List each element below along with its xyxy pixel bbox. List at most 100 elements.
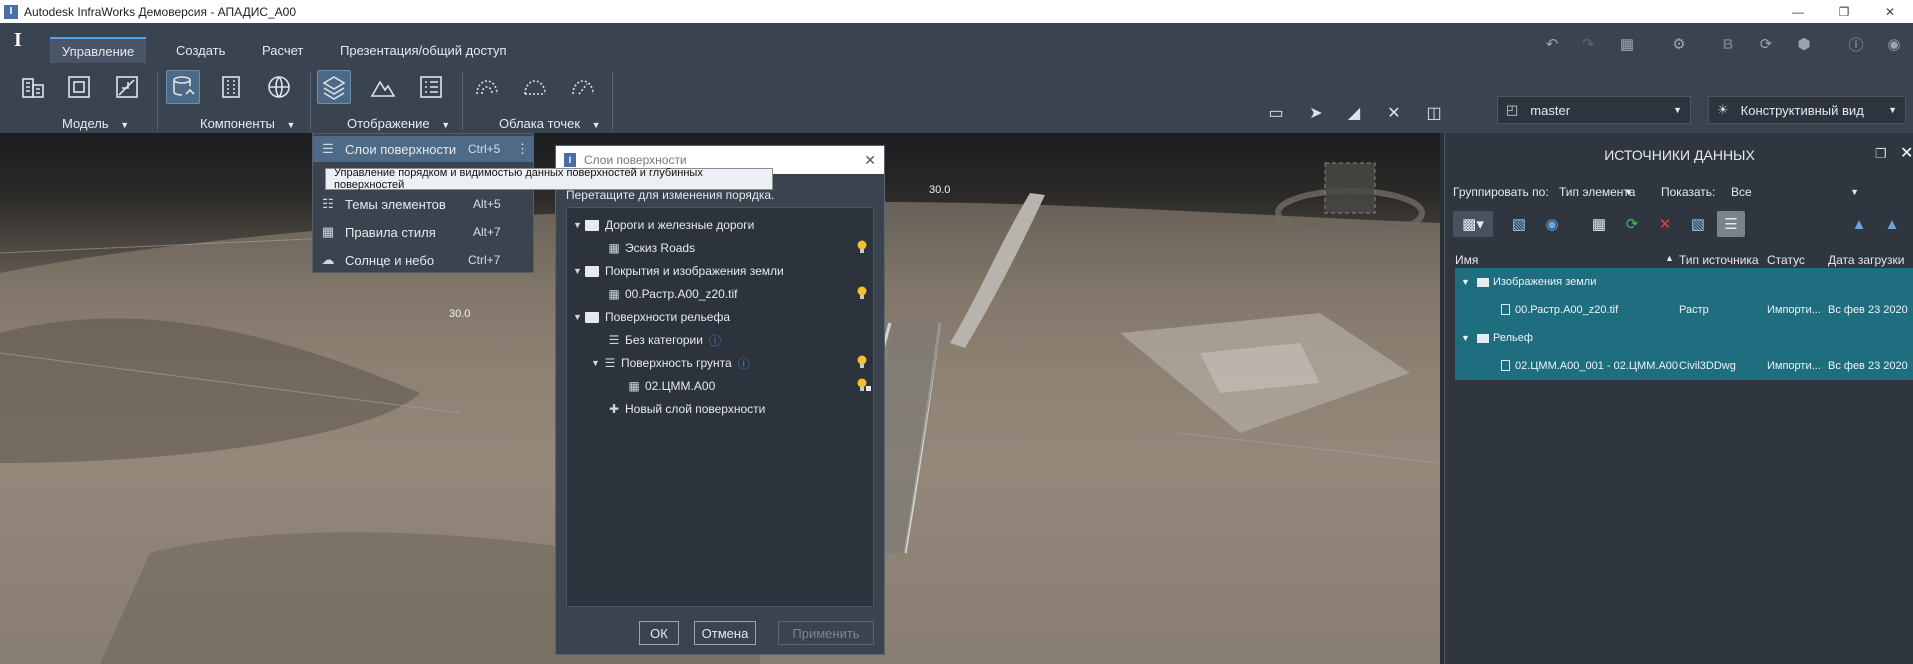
undock-icon[interactable]: ❐ [1875,146,1887,162]
settings-icon[interactable]: ⚙ [1668,33,1690,55]
shape-remove-icon[interactable]: ▲ [1845,211,1873,237]
menu-item-feature-themes[interactable]: ☷ Темы элементов Alt+5 [313,191,533,217]
tree-item-ground-imagery[interactable]: ▼ Покрытия и изображения земли [573,259,784,283]
group-row-terrain[interactable]: ▼ Рельеф [1455,324,1913,352]
collapse-icon[interactable]: ▼ [591,358,603,368]
lightbulb-locked-icon[interactable] [857,378,871,392]
calculator-icon[interactable]: ▦ [1616,33,1638,55]
shape-add-icon[interactable]: ▲ [1878,211,1906,237]
database-add-icon[interactable]: ▧ [1505,211,1533,237]
web-source-icon[interactable]: ◉ [1538,211,1566,237]
app-menu-icon[interactable]: I [14,29,36,55]
folder-icon [1477,278,1489,287]
view-select[interactable]: ☀ Конструктивный вид ▼ [1708,96,1906,124]
menu-item-style-rules[interactable]: ▦ Правила стиля Alt+7 [313,219,533,245]
undo-icon[interactable]: ↶ [1541,33,1563,55]
tree-item-roads-sketch[interactable]: ▦ Эскиз Roads [607,236,695,260]
info-icon[interactable]: ⓘ [738,355,750,372]
cube-icon[interactable]: ⬢ [1793,33,1815,55]
column-load-date[interactable]: Дата загрузки [1828,253,1904,267]
close-icon[interactable]: ✕ [864,152,876,169]
column-source-type[interactable]: Тип источника [1679,253,1759,267]
collapse-icon[interactable]: ▼ [573,220,585,230]
tree-item-new-layer[interactable]: ✚ Новый слой поверхности [607,397,765,421]
tools-icon[interactable]: ✕ [1380,100,1408,126]
data-sources-icon[interactable] [166,70,200,104]
folder-icon [1477,334,1489,343]
menu-item-surface-layers[interactable]: ☰ Слои поверхности Ctrl+5 ⋮ [313,136,533,162]
redo-icon[interactable]: ↷ [1577,33,1599,55]
apply-button[interactable]: Применить [778,621,874,645]
branch-select[interactable]: ◰ master ▼ [1497,96,1691,124]
collapse-icon[interactable]: ▼ [573,266,585,276]
tab-analyze[interactable]: Расчет [250,37,315,63]
group-components[interactable]: Компоненты ▼ [200,116,295,131]
collapse-icon[interactable]: ▼ [573,312,585,322]
collapse-icon[interactable]: ▼ [1461,333,1470,343]
style-rules-icon: ▦ [321,224,335,239]
tree-item-uncategorized[interactable]: ☰ Без категории ⓘ [607,328,721,352]
menu-item-sun-sky[interactable]: ☁ Солнце и небо Ctrl+7 [313,247,533,273]
point-cloud-terrain-icon[interactable] [518,70,552,104]
group-by-select[interactable]: Тип элемента ▼ [1553,181,1637,203]
close-window-icon[interactable]: ✕ [1867,0,1913,23]
delete-icon[interactable]: ✕ [1651,211,1679,237]
group-display[interactable]: Отображение ▼ [347,116,450,131]
show-select[interactable]: Все ▼ [1725,181,1867,203]
terrain-icon[interactable] [366,70,400,104]
account-icon[interactable]: ◉ [1883,33,1905,55]
group-point-clouds[interactable]: Облака точек ▼ [499,116,601,131]
sun-cloud-icon: ☁ [321,252,335,267]
group-name: Рельеф [1493,332,1533,344]
tab-present[interactable]: Презентация/общий доступ [328,37,519,63]
frame-icon[interactable] [62,70,96,104]
select-icon[interactable]: ➤ [1302,100,1330,126]
measure-icon[interactable]: ◢ [1340,100,1368,126]
style-rules-icon[interactable] [414,70,448,104]
ok-button[interactable]: ОК [639,621,679,645]
collapse-icon[interactable]: ▼ [1461,277,1470,287]
tree-item-ground-surface[interactable]: ▼ ☰ Поверхность грунта ⓘ [591,351,750,375]
table-row[interactable]: 02.ЦММ.А00_001 - 02.ЦММ.А00 Civil3DDwg Имп… [1455,352,1913,380]
point-cloud-edit-icon[interactable] [566,70,600,104]
more-icon[interactable]: ⋮ [516,141,529,157]
clip-icon[interactable]: ◫ [1420,100,1448,126]
lightbulb-icon[interactable] [857,240,867,254]
menu-item-shortcut: Alt+5 [473,197,501,211]
components-icon[interactable] [214,70,248,104]
table-row[interactable]: 00.Растр.А00_z20.tif Растр Импорти... Вс фе… [1455,296,1913,324]
tree-item-terrain-surfaces[interactable]: ▼ Поверхности рельефа [573,305,730,329]
model-tool-icon[interactable] [110,70,144,104]
sync-icon[interactable]: ⟳ [1755,33,1777,55]
restore-icon[interactable]: ❐ [1821,0,1867,23]
menu-item-shortcut: Ctrl+5 [468,142,501,156]
tab-manage[interactable]: Управление [50,37,147,63]
lightbulb-icon[interactable] [857,286,867,300]
configure-icon[interactable]: ▦ [1585,211,1613,237]
add-source-icon[interactable]: ▩▾ [1453,211,1493,237]
help-icon[interactable]: ⓘ [1845,33,1867,55]
tree-item-roads[interactable]: ▼ Дороги и железные дороги [573,213,754,237]
group-model[interactable]: Модель ▼ [62,116,129,131]
column-status[interactable]: Статус [1767,253,1805,267]
refresh-icon[interactable]: ⟳ [1618,211,1646,237]
column-name[interactable]: Имя [1455,253,1478,267]
app-icon: I [564,153,576,167]
tree-item-dem[interactable]: ▦ 02.ЦММ.А00 [627,374,715,398]
layer-manager-icon[interactable]: ☰ [1717,211,1745,237]
tree-item-raster[interactable]: ▦ 00.Растр.А00_z20.tif [607,282,737,306]
presentation-icon[interactable]: ▭ [1262,100,1290,126]
point-cloud-icon[interactable] [470,70,504,104]
building-icon[interactable] [16,70,50,104]
lightbulb-icon[interactable] [857,355,867,369]
minimize-icon[interactable]: — [1775,0,1821,23]
bim-icon[interactable]: B [1717,33,1739,55]
tab-create[interactable]: Создать [164,37,237,63]
surface-layers-icon[interactable] [317,70,351,104]
group-row-ground-imagery[interactable]: ▼ Изображения земли [1455,268,1913,296]
database-sync-icon[interactable]: ▧ [1684,211,1712,237]
info-icon[interactable]: ⓘ [709,332,721,349]
close-icon[interactable]: ✕ [1900,143,1913,163]
cancel-button[interactable]: Отмена [694,621,756,645]
globe-icon[interactable] [262,70,296,104]
